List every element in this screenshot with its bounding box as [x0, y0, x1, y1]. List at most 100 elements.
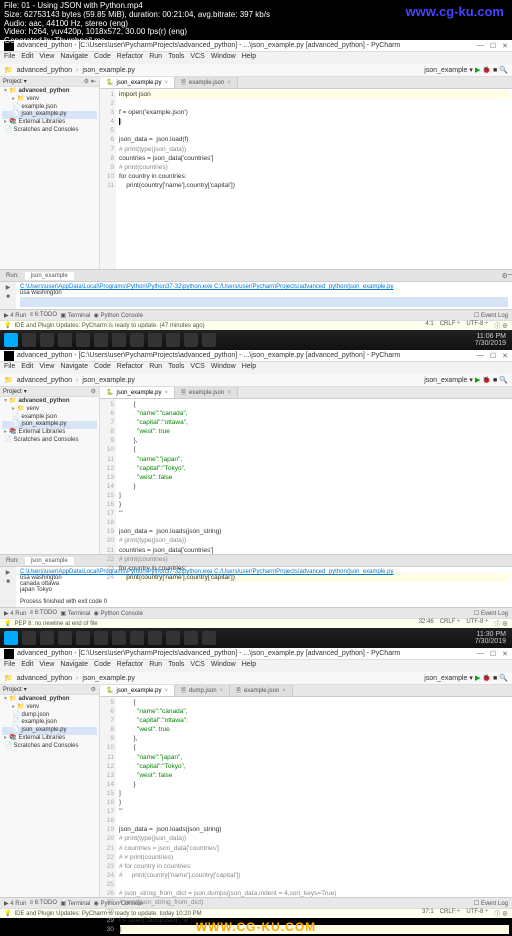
- run-tab[interactable]: json_example: [25, 272, 74, 280]
- app-icon[interactable]: [112, 631, 126, 645]
- menu-view[interactable]: View: [39, 661, 54, 671]
- app-icon[interactable]: [130, 631, 144, 645]
- debug-button[interactable]: 🐞: [482, 674, 491, 682]
- app-icon[interactable]: [148, 333, 162, 347]
- tree-scratches[interactable]: 📄Scratches and Consoles: [2, 127, 97, 135]
- menu-run[interactable]: Run: [149, 363, 162, 373]
- menu-vcs[interactable]: VCS: [190, 661, 204, 671]
- console-output[interactable]: C:\Users\user\AppData\Local\Programs\Pyt…: [16, 282, 512, 309]
- stop-button[interactable]: ■: [493, 675, 497, 682]
- gear-icon[interactable]: ⚙: [91, 686, 96, 693]
- menu-refactor[interactable]: Refactor: [117, 53, 143, 63]
- start-button[interactable]: [4, 631, 18, 645]
- menu-navigate[interactable]: Navigate: [60, 661, 88, 671]
- chevron-down-icon[interactable]: ▾: [469, 674, 473, 682]
- editor[interactable]: 🐍json_example.py× 🗎dump.json× 🗎example.j…: [100, 685, 512, 897]
- close-icon[interactable]: ×: [165, 80, 169, 86]
- close-button[interactable]: ✕: [502, 352, 508, 360]
- line-sep[interactable]: CRLF ÷: [440, 619, 461, 628]
- bc-file[interactable]: json_example.py: [82, 67, 135, 74]
- titlebar[interactable]: advanced_python - [C:\Users\user\Pycharm…: [0, 648, 512, 660]
- project-sidebar[interactable]: Project▾⚙ ▾📁advanced_python ▸📁venv 📄dump…: [0, 685, 100, 897]
- status-terminal[interactable]: ▣ Terminal: [60, 312, 90, 319]
- search-icon[interactable]: 🔍: [499, 66, 508, 74]
- menu-tools[interactable]: Tools: [168, 363, 184, 373]
- line-sep[interactable]: CRLF ÷: [440, 321, 461, 330]
- minimize-button[interactable]: —: [477, 352, 484, 360]
- stop-button[interactable]: ■: [493, 67, 497, 74]
- search-icon[interactable]: [22, 333, 36, 347]
- menu-navigate[interactable]: Navigate: [60, 363, 88, 373]
- menu-refactor[interactable]: Refactor: [117, 363, 143, 373]
- stop-button[interactable]: ■: [493, 377, 497, 384]
- browser-icon[interactable]: [58, 333, 72, 347]
- app-icon[interactable]: [166, 631, 180, 645]
- menu-window[interactable]: Window: [211, 53, 236, 63]
- menubar[interactable]: File Edit View Navigate Code Refactor Ru…: [0, 362, 512, 374]
- encoding[interactable]: UTF-8 ÷: [466, 909, 488, 918]
- status-terminal[interactable]: ▣ Terminal: [60, 900, 90, 907]
- menubar[interactable]: File Edit View Navigate Code Refactor Ru…: [0, 660, 512, 672]
- editor-tab-py[interactable]: 🐍json_example.py×: [100, 77, 175, 88]
- tree-venv[interactable]: ▸📁venv: [2, 96, 97, 104]
- menu-tools[interactable]: Tools: [168, 53, 184, 63]
- tree-venv[interactable]: ▸📁venv: [2, 704, 97, 712]
- chevron-down-icon[interactable]: ▾: [469, 66, 473, 74]
- app-icon[interactable]: [130, 333, 144, 347]
- menu-file[interactable]: File: [4, 363, 15, 373]
- event-log[interactable]: ☐ Event Log: [474, 610, 508, 617]
- menu-help[interactable]: Help: [242, 661, 256, 671]
- close-icon[interactable]: ×: [227, 390, 231, 396]
- encoding[interactable]: UTF-8 ÷: [466, 619, 488, 628]
- menu-navigate[interactable]: Navigate: [60, 53, 88, 63]
- start-button[interactable]: [4, 333, 18, 347]
- status-todo[interactable]: ≡ 6:TODO: [30, 900, 57, 906]
- pycharm-icon[interactable]: [202, 631, 216, 645]
- maximize-button[interactable]: ☐: [490, 352, 496, 360]
- menu-refactor[interactable]: Refactor: [117, 661, 143, 671]
- editor-tab-json[interactable]: 🗎example.json×: [175, 387, 238, 398]
- status-run[interactable]: ▶ 4 Run: [4, 610, 26, 617]
- run-button[interactable]: ▶: [475, 376, 480, 384]
- editor-tab-dump[interactable]: 🗎dump.json×: [175, 685, 230, 696]
- taskbar[interactable]: 11:30 PM7/30/2019: [0, 628, 512, 648]
- bc-project[interactable]: advanced_python: [17, 675, 72, 682]
- chevron-down-icon[interactable]: ▾: [24, 388, 27, 395]
- collapse-icon[interactable]: ⇤: [91, 78, 96, 85]
- menu-window[interactable]: Window: [211, 363, 236, 373]
- status-pyconsole[interactable]: ◉ Python Console: [94, 312, 143, 319]
- run-button[interactable]: ▶: [475, 674, 480, 682]
- browser-icon[interactable]: [58, 631, 72, 645]
- console-output[interactable]: C:\Users\user\AppData\Local\Programs\Pyt…: [16, 567, 512, 607]
- editor-tab-py[interactable]: 🐍json_example.py×: [100, 685, 175, 696]
- line-sep[interactable]: CRLF ÷: [440, 909, 461, 918]
- menu-edit[interactable]: Edit: [21, 53, 33, 63]
- menu-help[interactable]: Help: [242, 363, 256, 373]
- hide-icon[interactable]: −: [508, 272, 512, 279]
- gear-icon[interactable]: ⚙: [84, 78, 89, 85]
- app-icon[interactable]: [184, 333, 198, 347]
- tree-venv[interactable]: ▸📁venv: [2, 406, 97, 414]
- status-pyconsole[interactable]: ◉ Python Console: [94, 610, 143, 617]
- search-icon[interactable]: 🔍: [499, 674, 508, 682]
- app-icon[interactable]: [94, 631, 108, 645]
- tree-scratches[interactable]: 📄Scratches and Consoles: [2, 743, 97, 751]
- taskbar[interactable]: 11:06 PM7/30/2019: [0, 330, 512, 350]
- close-icon[interactable]: ×: [227, 80, 231, 86]
- run-tab[interactable]: json_example: [25, 557, 74, 565]
- event-log[interactable]: ☐ Event Log: [474, 900, 508, 907]
- menu-edit[interactable]: Edit: [21, 661, 33, 671]
- maximize-button[interactable]: ☐: [490, 650, 496, 658]
- bc-project[interactable]: advanced_python: [17, 377, 72, 384]
- gear-icon[interactable]: ⚙: [91, 388, 96, 395]
- menu-code[interactable]: Code: [94, 363, 111, 373]
- editor[interactable]: 🐍json_example.py× 🗎example.json× 5678910…: [100, 387, 512, 554]
- menu-vcs[interactable]: VCS: [190, 53, 204, 63]
- bc-project[interactable]: advanced_python: [17, 67, 72, 74]
- minimize-button[interactable]: —: [477, 650, 484, 658]
- bc-file[interactable]: json_example.py: [82, 377, 135, 384]
- rerun-icon[interactable]: ▶: [2, 284, 14, 294]
- menu-edit[interactable]: Edit: [21, 363, 33, 373]
- menu-window[interactable]: Window: [211, 661, 236, 671]
- close-icon[interactable]: ×: [165, 390, 169, 396]
